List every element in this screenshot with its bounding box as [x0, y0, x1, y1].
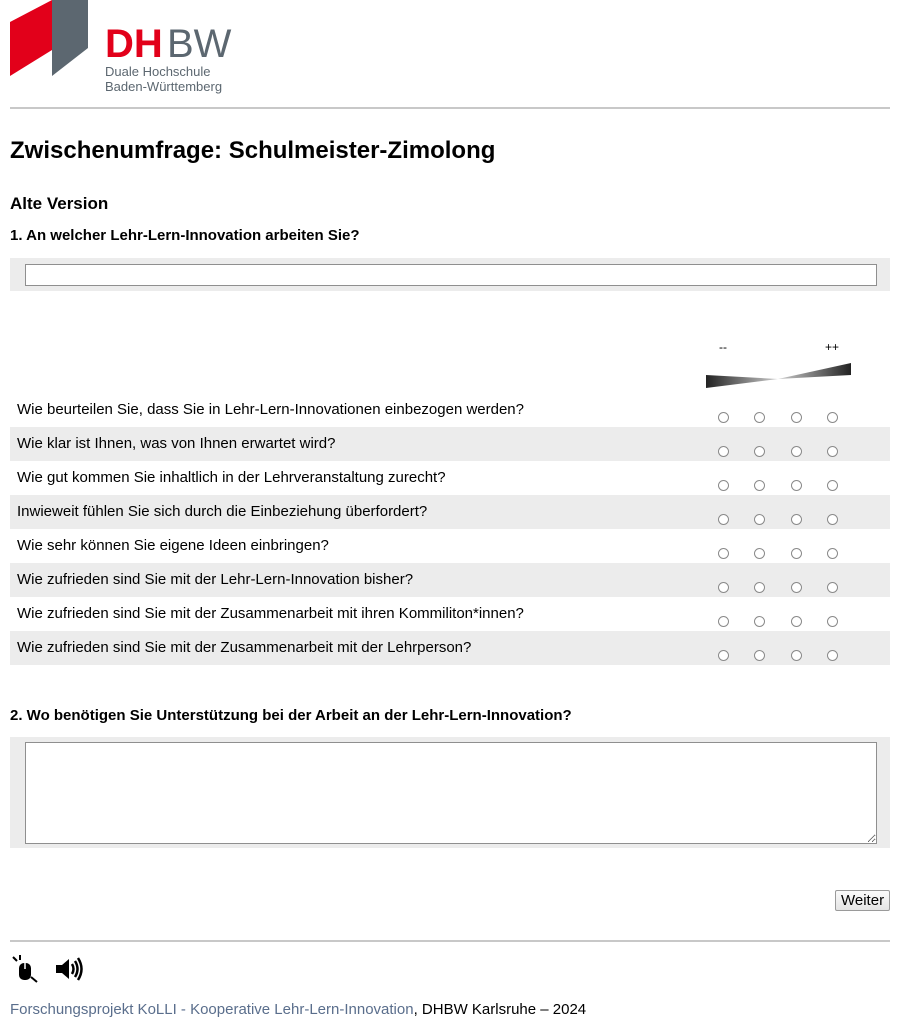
- scale-gradient-graphic: [706, 362, 852, 394]
- rating-radio-1[interactable]: [718, 616, 729, 627]
- matrix-row: Wie klar ist Ihnen, was von Ihnen erwart…: [10, 427, 890, 461]
- rating-radio-3[interactable]: [791, 548, 802, 559]
- rating-radio-4[interactable]: [827, 446, 838, 457]
- rating-radio-4[interactable]: [827, 480, 838, 491]
- matrix-row-label: Wie zufrieden sind Sie mit der Zusammena…: [17, 639, 472, 656]
- rating-radio-2[interactable]: [754, 548, 765, 559]
- matrix-row: Wie zufrieden sind Sie mit der Lehr-Lern…: [10, 563, 890, 597]
- rating-radio-1[interactable]: [718, 548, 729, 559]
- next-button[interactable]: Weiter: [835, 890, 891, 911]
- footer-divider: [10, 940, 890, 942]
- rating-radio-1[interactable]: [718, 582, 729, 593]
- rating-radio-2[interactable]: [754, 480, 765, 491]
- rating-radio-1[interactable]: [718, 650, 729, 661]
- matrix-row-label: Wie sehr können Sie eigene Ideen einbrin…: [17, 537, 329, 554]
- support-textarea[interactable]: [25, 742, 877, 844]
- question-2-label: 2. Wo benötigen Sie Unterstützung bei de…: [10, 707, 572, 724]
- dhbw-logo: DH BW Duale Hochschule Baden-Württemberg: [10, 0, 240, 100]
- rating-radio-4[interactable]: [827, 514, 838, 525]
- rating-radio-3[interactable]: [791, 480, 802, 491]
- matrix-row: Wie sehr können Sie eigene Ideen einbrin…: [10, 529, 890, 563]
- rating-radio-4[interactable]: [827, 548, 838, 559]
- matrix-row-label: Wie klar ist Ihnen, was von Ihnen erwart…: [17, 435, 336, 452]
- innovation-input[interactable]: [25, 264, 877, 286]
- rating-radio-1[interactable]: [718, 514, 729, 525]
- footer-suffix: , DHBW Karlsruhe – 2024: [413, 1001, 587, 1018]
- rating-radio-1[interactable]: [718, 412, 729, 423]
- rating-radio-4[interactable]: [827, 582, 838, 593]
- matrix-row: Inwieweit fühlen Sie sich durch die Einb…: [10, 495, 890, 529]
- logo-name-gray: BW: [167, 22, 232, 66]
- matrix-row-label: Inwieweit fühlen Sie sich durch die Einb…: [17, 503, 428, 520]
- rating-radio-2[interactable]: [754, 616, 765, 627]
- rating-radio-1[interactable]: [718, 480, 729, 491]
- rating-radio-2[interactable]: [754, 582, 765, 593]
- scale-high-label: ++: [825, 340, 840, 354]
- footer: Forschungsprojekt KoLLI - Kooperative Le…: [10, 1001, 586, 1018]
- rating-radio-3[interactable]: [791, 514, 802, 525]
- matrix-row: Wie zufrieden sind Sie mit der Zusammena…: [10, 631, 890, 665]
- logo-subtitle-2: Baden-Württemberg: [105, 79, 222, 94]
- rating-radio-2[interactable]: [754, 650, 765, 661]
- matrix-row-label: Wie beurteilen Sie, dass Sie in Lehr-Ler…: [17, 401, 524, 418]
- logo-name-red: DH: [105, 22, 163, 66]
- rating-radio-3[interactable]: [791, 412, 802, 423]
- matrix-row-label: Wie zufrieden sind Sie mit der Zusammena…: [17, 605, 524, 622]
- logo-subtitle-1: Duale Hochschule: [105, 64, 211, 79]
- matrix-row: Wie gut kommen Sie inhaltlich in der Leh…: [10, 461, 890, 495]
- mouse-click-icon[interactable]: [12, 955, 38, 988]
- rating-radio-3[interactable]: [791, 446, 802, 457]
- logo-gray-shape: [52, 0, 88, 76]
- header-divider: [10, 107, 890, 109]
- rating-matrix: Wie beurteilen Sie, dass Sie in Lehr-Ler…: [10, 393, 890, 665]
- speaker-icon[interactable]: [55, 955, 85, 988]
- rating-radio-2[interactable]: [754, 514, 765, 525]
- question-2-box: [10, 737, 890, 848]
- rating-radio-3[interactable]: [791, 582, 802, 593]
- rating-radio-4[interactable]: [827, 650, 838, 661]
- rating-radio-3[interactable]: [791, 650, 802, 661]
- matrix-row-label: Wie gut kommen Sie inhaltlich in der Leh…: [17, 469, 446, 486]
- question-1-label: 1. An welcher Lehr-Lern-Innovation arbei…: [10, 227, 360, 244]
- rating-radio-2[interactable]: [754, 446, 765, 457]
- section-title: Alte Version: [10, 194, 109, 213]
- matrix-row-label: Wie zufrieden sind Sie mit der Lehr-Lern…: [17, 571, 414, 588]
- logo-red-shape: [10, 0, 52, 76]
- scale-low-label: --: [719, 340, 727, 354]
- rating-radio-3[interactable]: [791, 616, 802, 627]
- rating-radio-1[interactable]: [718, 446, 729, 457]
- project-link[interactable]: Forschungsprojekt KoLLI - Kooperative Le…: [10, 1001, 414, 1018]
- matrix-row: Wie zufrieden sind Sie mit der Zusammena…: [10, 597, 890, 631]
- question-1-box: [10, 258, 890, 291]
- rating-radio-2[interactable]: [754, 412, 765, 423]
- rating-radio-4[interactable]: [827, 616, 838, 627]
- page-title: Zwischenumfrage: Schulmeister-Zimolong: [10, 137, 496, 164]
- rating-radio-4[interactable]: [827, 412, 838, 423]
- matrix-row: Wie beurteilen Sie, dass Sie in Lehr-Ler…: [10, 393, 890, 427]
